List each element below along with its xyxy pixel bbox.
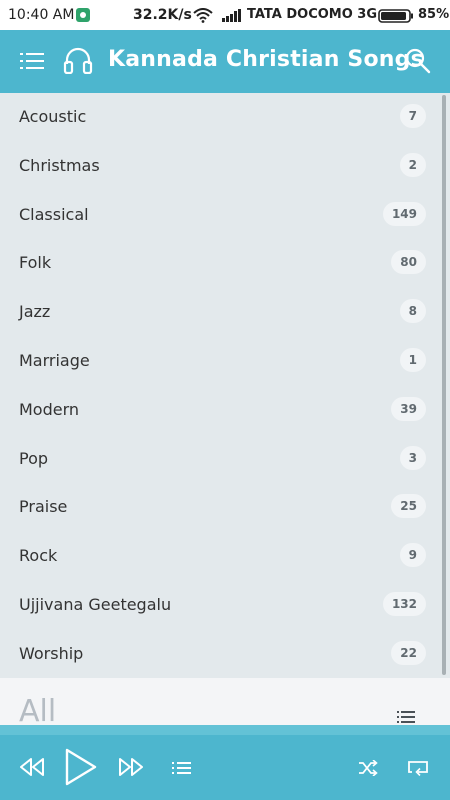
genre-row-ujjivana-geetegalu[interactable]: Ujjivana Geetegalu 132 [0,581,436,630]
genre-name: Christmas [19,155,100,175]
status-bar: 10:40 AM 32.2K/s TATA DOCOMO 3G 85% [0,0,450,30]
app-bar: Kannada Christian Songs [0,30,450,93]
genre-row-rock[interactable]: Rock 9 [0,532,436,581]
genre-row-worship[interactable]: Worship 22 [0,630,436,679]
genre-count-badge: 9 [399,543,426,568]
genre-row-christmas[interactable]: Christmas 2 [0,142,436,191]
network-speed: 32.2K/s [133,7,192,23]
wifi-icon [193,8,213,23]
genre-name: Acoustic [19,107,87,126]
genre-name: Folk [19,253,52,273]
genre-row-folk[interactable]: Folk 80 [0,239,436,288]
genre-name: Pop [19,448,49,468]
carrier-name: TATA DOCOMO 3G [247,7,378,22]
app-title: Kannada Christian Songs [108,47,424,72]
player-progress-track [0,725,450,735]
genre-count-badge: 25 [391,494,426,519]
genre-name: Rock [19,546,58,566]
notification-app-icon [76,8,90,22]
all-songs-list-icon[interactable] [397,710,415,724]
genre-row-marriage[interactable]: Marriage 1 [0,337,436,386]
genre-row-classical[interactable]: Classical 149 [0,191,436,240]
genre-count-badge: 149 [382,201,426,226]
all-songs-section: All [0,678,450,726]
genre-name: Classical [19,204,89,224]
search-icon[interactable] [405,48,431,74]
rewind-icon[interactable] [19,757,45,777]
all-songs-label: All [19,694,57,726]
repeat-icon[interactable] [408,760,428,776]
genre-count-badge: 7 [399,104,426,128]
player-bar [0,725,450,800]
list-scrollbar[interactable] [442,95,446,675]
genre-row-pop[interactable]: Pop 3 [0,435,436,484]
genre-name: Modern [19,399,80,419]
genre-count-badge: 39 [391,396,426,421]
genre-count-badge: 132 [382,592,426,616]
genre-row-jazz[interactable]: Jazz 8 [0,288,436,337]
genre-list: Acoustic 7 Christmas 2 Classical 149 Fol… [0,93,436,678]
genre-count-badge: 22 [391,640,426,665]
genre-name: Worship [19,643,84,663]
genre-count-badge: 8 [399,299,426,324]
genre-name: Praise [19,497,68,517]
genre-row-praise[interactable]: Praise 25 [0,483,436,532]
menu-list-icon[interactable] [20,51,44,71]
play-icon[interactable] [64,747,98,787]
genre-count-badge: 1 [399,348,426,372]
genre-count-badge: 3 [399,445,426,470]
queue-icon[interactable] [172,761,191,775]
genre-name: Jazz [19,302,51,322]
genre-name: Ujjivana Geetegalu [19,595,172,614]
shuffle-icon[interactable] [358,760,378,776]
genre-count-badge: 2 [399,152,426,177]
battery-level: 85% [418,7,450,22]
signal-icon [222,9,241,22]
genre-name: Marriage [19,351,90,370]
genre-count-badge: 80 [391,250,426,275]
headphones-icon[interactable] [63,46,93,74]
fast-forward-icon[interactable] [118,757,144,777]
genre-row-modern[interactable]: Modern 39 [0,386,436,435]
status-time: 10:40 AM [8,7,75,23]
genre-row-acoustic[interactable]: Acoustic 7 [0,93,436,142]
battery-icon [378,9,413,23]
